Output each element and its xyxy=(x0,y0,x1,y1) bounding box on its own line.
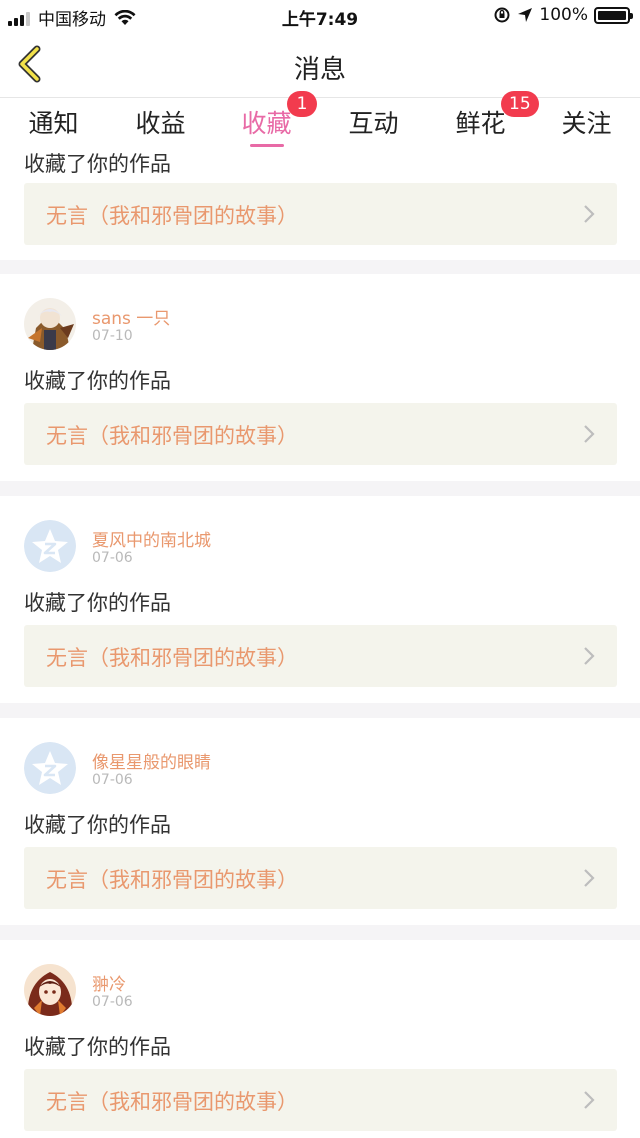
username[interactable]: 翀冷 xyxy=(92,970,126,995)
tab-label: 通知 xyxy=(28,109,79,138)
username[interactable]: 夏风中的南北城 xyxy=(92,526,211,551)
avatar[interactable] xyxy=(24,742,76,794)
work-link[interactable]: 无言（我和邪骨团的故事） xyxy=(24,847,617,909)
work-link[interactable]: 无言（我和邪骨团的故事） xyxy=(24,1069,617,1131)
message-card: 夏风中的南北城 07-06 收藏了你的作品 无言（我和邪骨团的故事） xyxy=(0,496,640,703)
chevron-right-icon xyxy=(584,1091,595,1109)
date: 07-06 xyxy=(92,772,133,788)
tab-label: 收藏 xyxy=(241,109,292,138)
default-star-avatar-icon xyxy=(24,742,76,794)
message-card: 翀冷 07-06 收藏了你的作品 无言（我和邪骨团的故事） xyxy=(0,940,640,1138)
work-link[interactable]: 无言（我和邪骨团的故事） xyxy=(24,183,617,245)
work-title: 无言（我和邪骨团的故事） xyxy=(46,1090,298,1114)
anime-girl-avatar-icon xyxy=(24,964,76,1016)
active-tab-indicator xyxy=(249,144,284,147)
nav-bar: 消息 xyxy=(0,32,640,98)
tab-label: 互动 xyxy=(348,109,399,138)
tab-favorites[interactable]: 收藏 1 xyxy=(213,91,320,148)
message-card: sans 一只 07-10 收藏了你的作品 无言（我和邪骨团的故事） xyxy=(0,274,640,481)
battery-percent: 100% xyxy=(539,5,588,25)
message-card: 收藏了你的作品 无言（我和邪骨团的故事） xyxy=(0,148,640,260)
chevron-right-icon xyxy=(584,425,595,443)
chevron-right-icon xyxy=(584,205,595,223)
work-title: 无言（我和邪骨团的故事） xyxy=(46,646,298,670)
chevron-right-icon xyxy=(584,647,595,665)
tab-bar: 通知 收益 收藏 1 互动 鲜花 15 关注 xyxy=(0,91,640,148)
date: 07-10 xyxy=(92,328,133,344)
tab-flowers[interactable]: 鲜花 15 xyxy=(427,91,539,148)
default-star-avatar-icon xyxy=(24,520,76,572)
action-text: 收藏了你的作品 xyxy=(24,1035,171,1059)
date: 07-06 xyxy=(92,994,133,1010)
avatar[interactable] xyxy=(24,298,76,350)
work-title: 无言（我和邪骨团的故事） xyxy=(46,868,298,892)
tab-notice[interactable]: 通知 xyxy=(0,104,107,148)
tab-earnings[interactable]: 收益 xyxy=(107,104,214,148)
work-link[interactable]: 无言（我和邪骨团的故事） xyxy=(24,625,617,687)
tab-label: 关注 xyxy=(561,109,612,138)
work-title: 无言（我和邪骨团的故事） xyxy=(46,204,298,228)
action-text: 收藏了你的作品 xyxy=(24,369,171,393)
avatar[interactable] xyxy=(24,520,76,572)
work-title: 无言（我和邪骨团的故事） xyxy=(46,424,298,448)
page-title: 消息 xyxy=(293,55,346,85)
battery-icon xyxy=(594,6,633,24)
location-arrow-icon xyxy=(518,8,533,22)
avatar[interactable] xyxy=(24,964,76,1016)
username[interactable]: 像星星般的眼睛 xyxy=(92,748,211,773)
status-right: 100% xyxy=(493,5,633,25)
tab-interaction[interactable]: 互动 xyxy=(320,104,427,148)
username[interactable]: sans 一只 xyxy=(92,304,170,329)
action-text: 收藏了你的作品 xyxy=(24,152,171,176)
action-text: 收藏了你的作品 xyxy=(24,813,171,837)
work-link[interactable]: 无言（我和邪骨团的故事） xyxy=(24,403,617,465)
tab-label: 收益 xyxy=(135,109,186,138)
message-card: 像星星般的眼睛 07-06 收藏了你的作品 无言（我和邪骨团的故事） xyxy=(0,718,640,925)
date: 07-06 xyxy=(92,550,133,566)
status-bar: 中国移动 上午7:49 100% xyxy=(0,0,640,32)
unread-badge: 1 xyxy=(287,91,317,117)
tab-follow[interactable]: 关注 xyxy=(533,104,640,148)
chevron-right-icon xyxy=(584,869,595,887)
message-feed[interactable]: 收藏了你的作品 无言（我和邪骨团的故事） sans 一只 07-10 收藏了你的… xyxy=(0,148,640,1138)
anime-character-avatar-icon xyxy=(24,298,76,350)
tab-label: 鲜花 xyxy=(455,109,506,138)
action-text: 收藏了你的作品 xyxy=(24,591,171,615)
orientation-lock-icon xyxy=(494,7,510,23)
